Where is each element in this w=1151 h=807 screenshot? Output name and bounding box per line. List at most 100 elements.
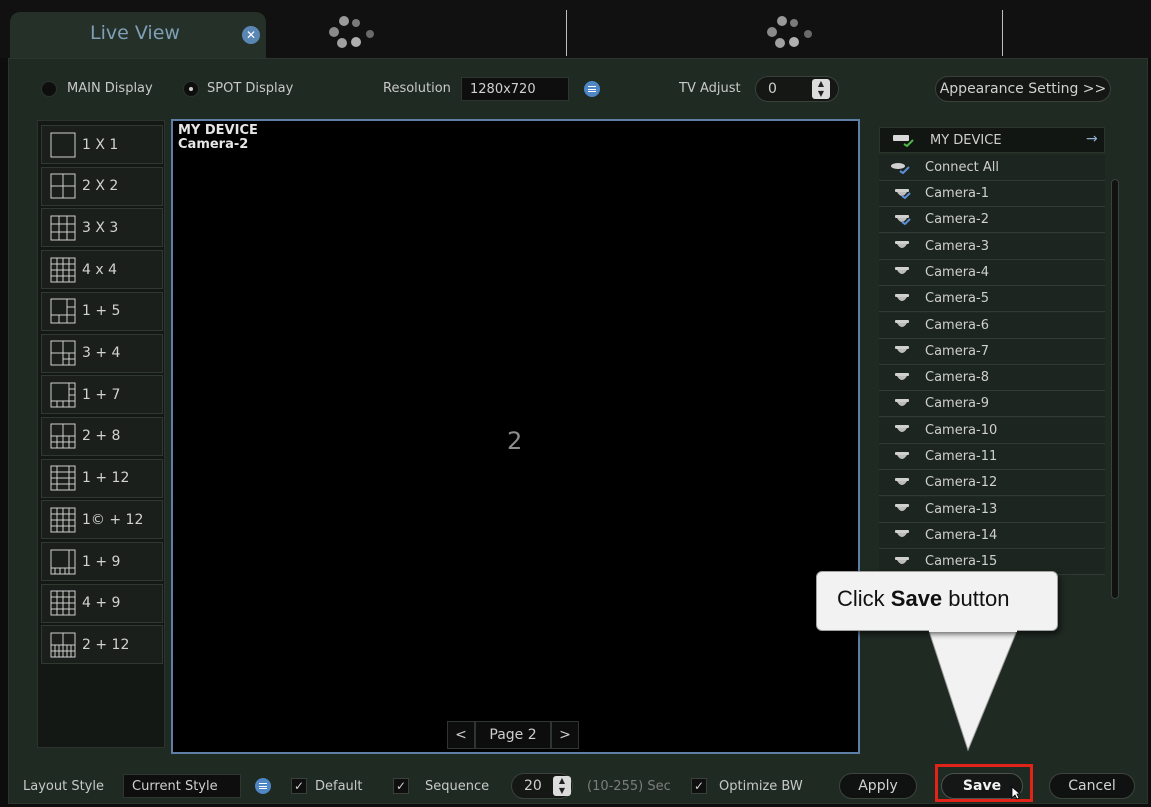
layout-option-4[interactable]: 4 x 4 xyxy=(41,250,163,290)
next-page-button[interactable]: > xyxy=(551,721,579,749)
device-group-name: MY DEVICE xyxy=(930,133,1002,148)
layout-1plus12-icon xyxy=(50,465,76,491)
camera-item-label: Camera-9 xyxy=(925,396,989,412)
dome-camera-icon xyxy=(895,346,909,354)
dome-camera-icon xyxy=(895,504,909,512)
layout-option-label: 1© + 12 xyxy=(82,511,144,528)
layout-option-2[interactable]: 2 X 2 xyxy=(41,166,163,206)
spot-display-label: SPOT Display xyxy=(207,81,294,96)
stepper-arrows-icon[interactable]: ▲ ▼ xyxy=(553,776,571,796)
camera-item-label: Camera-2 xyxy=(925,212,989,228)
layout-option-11[interactable]: 1 + 9 xyxy=(41,542,163,581)
dome-camera-icon xyxy=(895,425,909,433)
tab-separator xyxy=(1002,10,1003,56)
sequence-range-hint: (10-255) Sec xyxy=(587,779,671,794)
optimize-bw-checkbox[interactable]: ✓ xyxy=(691,778,707,794)
main-display-label: MAIN Display xyxy=(67,81,153,96)
sequence-checkbox[interactable]: ✓ xyxy=(393,778,409,794)
camera-item-3[interactable]: Camera-3 xyxy=(879,233,1105,260)
layout-option-label: 1 + 5 xyxy=(82,303,121,320)
dome-camera-icon xyxy=(895,267,909,275)
callout-prefix: Click xyxy=(837,586,891,611)
callout-text: Click Save button xyxy=(837,586,1009,612)
layout-option-10[interactable]: 1© + 12 xyxy=(41,500,163,540)
list-icon[interactable] xyxy=(255,778,271,794)
layout-option-12[interactable]: 4 + 9 xyxy=(41,583,163,623)
layout-option-13[interactable]: 2 + 12 xyxy=(41,625,163,665)
resolution-field[interactable]: 1280x720 xyxy=(461,77,569,101)
layout-style-label: Layout Style xyxy=(23,779,104,794)
layout-option-3[interactable]: 3 X 3 xyxy=(41,208,163,248)
cancel-button[interactable]: Cancel xyxy=(1049,773,1135,799)
camera-item-1[interactable]: Camera-1 xyxy=(879,181,1105,207)
layout-3plus4-icon xyxy=(50,340,76,366)
dome-camera-icon xyxy=(895,293,909,301)
camera-item-13[interactable]: Camera-13 xyxy=(879,496,1105,523)
camera-item-label: Camera-1 xyxy=(925,186,989,201)
connect-all-item[interactable]: Connect All xyxy=(879,155,1105,181)
camera-item-6[interactable]: Camera-6 xyxy=(879,312,1105,339)
camera-item-label: Camera-13 xyxy=(925,501,998,517)
camera-item-9[interactable]: Camera-9 xyxy=(879,391,1105,418)
camera-item-2[interactable]: Camera-2 xyxy=(879,207,1105,234)
camera-item-7[interactable]: Camera-7 xyxy=(879,338,1105,365)
layout-option-9[interactable]: 1 + 12 xyxy=(41,458,163,498)
camera-item-12[interactable]: Camera-12 xyxy=(879,470,1105,497)
camera-item-10[interactable]: Camera-10 xyxy=(879,417,1105,444)
camera-item-8[interactable]: Camera-8 xyxy=(879,365,1105,392)
video-viewport[interactable]: MY DEVICE Camera-2 2 < Page 2 > xyxy=(171,119,860,754)
tab-separator xyxy=(566,10,567,56)
list-icon[interactable] xyxy=(584,81,600,97)
layout-style-field[interactable]: Current Style xyxy=(123,774,241,798)
device-list-panel: MY DEVICE → Connect All Camera-1 Camera-2… xyxy=(877,119,1119,629)
page-label: Page 2 xyxy=(475,721,551,749)
layout-option-5[interactable]: 1 + 5 xyxy=(41,291,163,331)
device-list-scrollbar[interactable] xyxy=(1111,179,1119,599)
layout-option-label: 3 X 3 xyxy=(82,219,119,236)
layout-option-label: 2 + 12 xyxy=(82,636,130,653)
main-display-radio[interactable] xyxy=(41,81,57,97)
display-settings-row: MAIN Display SPOT Display Resolution 128… xyxy=(9,59,1147,115)
device-group-header[interactable]: MY DEVICE → xyxy=(879,127,1105,153)
layout-option-6[interactable]: 3 + 4 xyxy=(41,333,163,373)
loading-dots-icon xyxy=(329,16,374,48)
layout-3x3-icon xyxy=(50,215,76,241)
dome-camera-icon xyxy=(895,451,909,459)
sequence-value: 20 xyxy=(524,778,542,794)
close-icon[interactable]: ✕ xyxy=(242,26,260,44)
loading-dots-icon xyxy=(767,16,812,48)
layout-option-label: 2 + 8 xyxy=(82,428,121,445)
callout-bold: Save xyxy=(890,586,943,611)
layout-2plus12-icon xyxy=(50,632,76,658)
tv-adjust-label: TV Adjust xyxy=(679,81,741,96)
camera-connected-icon xyxy=(895,188,911,199)
default-checkbox[interactable]: ✓ xyxy=(291,778,307,794)
camera-item-11[interactable]: Camera-11 xyxy=(879,444,1105,470)
prev-page-button[interactable]: < xyxy=(447,721,475,749)
callout-suffix: button xyxy=(942,586,1010,611)
page-navigator: < Page 2 > xyxy=(447,721,579,749)
dome-camera-icon xyxy=(895,320,909,327)
apply-button[interactable]: Apply xyxy=(839,773,917,799)
layout-1c-plus12-icon xyxy=(50,507,76,533)
camera-item-4[interactable]: Camera-4 xyxy=(879,259,1105,286)
arrow-right-icon[interactable]: → xyxy=(1086,131,1098,147)
dome-camera-icon xyxy=(895,372,909,380)
layout-option-1[interactable]: 1 X 1 xyxy=(41,125,163,164)
dome-camera-icon xyxy=(895,556,909,564)
layout-option-8[interactable]: 2 + 8 xyxy=(41,416,163,456)
layout-option-7[interactable]: 1 + 7 xyxy=(41,375,163,415)
stepper-arrows-icon[interactable]: ▲ ▼ xyxy=(812,79,830,99)
tab-live-view[interactable]: Live View ✕ xyxy=(10,12,266,58)
camera-item-5[interactable]: Camera-5 xyxy=(879,286,1105,313)
layout-1x1-icon xyxy=(50,132,76,157)
spot-display-radio[interactable] xyxy=(183,81,199,97)
multi-camera-icon xyxy=(891,162,910,174)
channel-number: 2 xyxy=(507,427,523,455)
camera-item-14[interactable]: Camera-14 xyxy=(879,522,1105,549)
appearance-setting-button[interactable]: Appearance Setting >> xyxy=(935,76,1111,102)
dome-camera-icon xyxy=(895,530,909,538)
tab-bar: Live View ✕ xyxy=(0,0,1151,58)
layout-2plus8-icon xyxy=(50,423,76,449)
default-label: Default xyxy=(315,779,363,794)
